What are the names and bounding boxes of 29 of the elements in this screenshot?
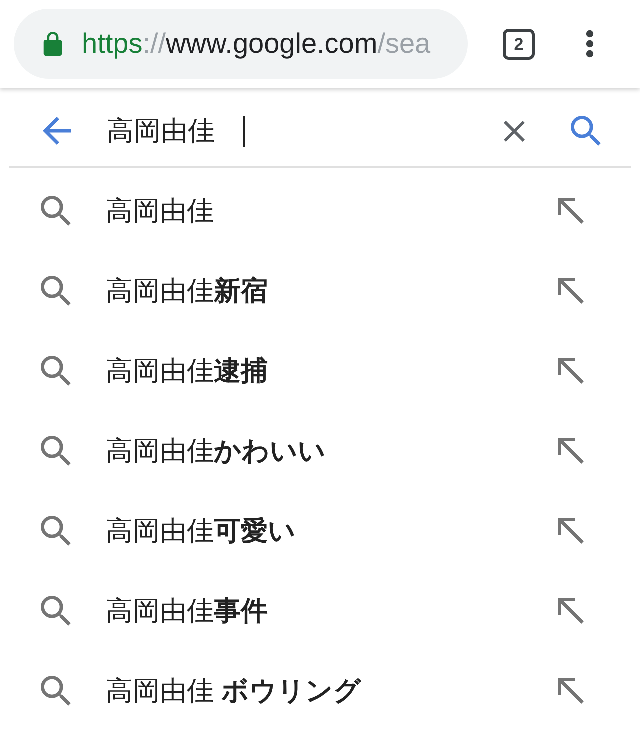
address-bar[interactable]: https://www.google.com/sea — [14, 9, 468, 79]
arrow-up-left-icon[interactable] — [558, 438, 584, 464]
tab-switcher-button[interactable]: 2 — [503, 28, 535, 60]
search-icon — [41, 516, 71, 546]
search-icon — [41, 436, 71, 466]
search-icon — [41, 356, 71, 386]
search-field[interactable]: 高岡由佳 — [107, 109, 504, 153]
arrow-up-left-icon[interactable] — [558, 598, 584, 624]
back-arrow-icon[interactable] — [43, 117, 71, 145]
arrow-up-left-icon[interactable] — [558, 278, 584, 304]
suggestion-text[interactable]: 高岡由佳事件 — [106, 598, 558, 624]
search-icon — [41, 596, 71, 626]
arrow-up-left-icon[interactable] — [558, 198, 584, 224]
menu-icon[interactable] — [586, 30, 594, 58]
suggestion-text[interactable]: 高岡由佳 — [106, 198, 558, 224]
search-icon — [41, 276, 71, 306]
suggestion-text[interactable]: 高岡由佳かわいい — [106, 438, 558, 464]
arrow-up-left-icon[interactable] — [558, 358, 584, 384]
url-text: https://www.google.com/sea — [82, 30, 431, 58]
search-icon — [41, 676, 71, 706]
arrow-up-left-icon[interactable] — [558, 518, 584, 544]
clear-icon[interactable] — [504, 120, 525, 142]
suggestion-text[interactable]: 高岡由佳 ボウリング — [106, 678, 558, 704]
search-icon[interactable] — [571, 116, 601, 146]
arrow-up-left-icon[interactable] — [558, 678, 584, 704]
suggestion-text[interactable]: 高岡由佳新宿 — [106, 278, 558, 304]
suggestion-text[interactable]: 高岡由佳逮捕 — [106, 358, 558, 384]
search-icon — [41, 196, 71, 226]
suggestion-text[interactable]: 高岡由佳可愛い — [106, 518, 558, 544]
